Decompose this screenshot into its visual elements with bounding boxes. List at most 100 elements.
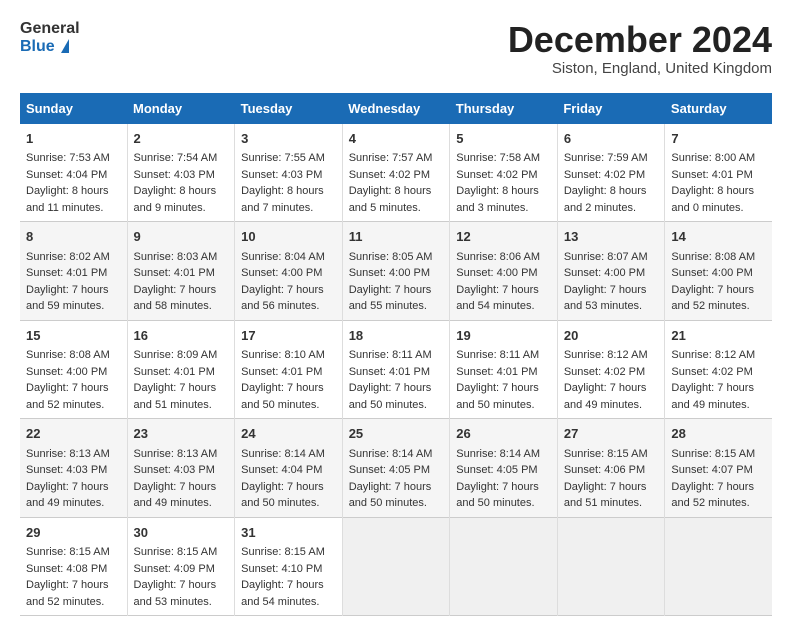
- day-info-line: Sunrise: 8:14 AM: [349, 446, 444, 463]
- day-number: 31: [241, 523, 336, 543]
- day-number: 19: [456, 326, 551, 346]
- day-info-line: Daylight: 7 hours: [26, 380, 121, 397]
- day-info-line: Sunrise: 7:54 AM: [134, 150, 229, 167]
- day-number: 8: [26, 227, 121, 247]
- calendar-cell: 17Sunrise: 8:10 AMSunset: 4:01 PMDayligh…: [235, 320, 343, 419]
- day-info-line: and 50 minutes.: [241, 397, 336, 414]
- day-info-line: Sunrise: 8:02 AM: [26, 249, 121, 266]
- day-number: 1: [26, 129, 121, 149]
- calendar-cell: 12Sunrise: 8:06 AMSunset: 4:00 PMDayligh…: [450, 222, 558, 321]
- day-info-line: Sunrise: 8:05 AM: [349, 249, 444, 266]
- day-number: 18: [349, 326, 444, 346]
- calendar-week-row: 22Sunrise: 8:13 AMSunset: 4:03 PMDayligh…: [20, 419, 772, 518]
- calendar-cell: [557, 517, 665, 616]
- day-info-line: Daylight: 8 hours: [349, 183, 444, 200]
- day-info-line: and 54 minutes.: [241, 594, 336, 611]
- calendar-cell: 27Sunrise: 8:15 AMSunset: 4:06 PMDayligh…: [557, 419, 665, 518]
- day-info-line: and 50 minutes.: [456, 495, 551, 512]
- day-info-line: Sunrise: 8:08 AM: [671, 249, 766, 266]
- day-info-line: Sunrise: 8:15 AM: [671, 446, 766, 463]
- day-info-line: Sunrise: 8:14 AM: [456, 446, 551, 463]
- day-info-line: Daylight: 7 hours: [349, 380, 444, 397]
- day-info-line: Sunset: 4:00 PM: [456, 265, 551, 282]
- day-info-line: Sunset: 4:03 PM: [134, 462, 229, 479]
- logo-text: General Blue: [20, 20, 80, 55]
- day-info-line: Sunset: 4:02 PM: [349, 167, 444, 184]
- calendar-week-row: 8Sunrise: 8:02 AMSunset: 4:01 PMDaylight…: [20, 222, 772, 321]
- day-info-line: Daylight: 8 hours: [671, 183, 766, 200]
- day-info-line: and 49 minutes.: [134, 495, 229, 512]
- title-block: December 2024 Siston, England, United Ki…: [508, 20, 772, 77]
- day-number: 24: [241, 424, 336, 444]
- calendar-cell: 31Sunrise: 8:15 AMSunset: 4:10 PMDayligh…: [235, 517, 343, 616]
- day-info-line: Daylight: 7 hours: [26, 282, 121, 299]
- day-info-line: and 51 minutes.: [564, 495, 659, 512]
- day-info-line: Daylight: 7 hours: [564, 380, 659, 397]
- page-header: General Blue December 2024 Siston, Engla…: [20, 20, 772, 77]
- day-info-line: Sunrise: 8:15 AM: [241, 544, 336, 561]
- day-info-line: and 11 minutes.: [26, 200, 121, 217]
- day-info-line: Daylight: 7 hours: [241, 380, 336, 397]
- day-info-line: Sunrise: 8:11 AM: [349, 347, 444, 364]
- col-header-saturday: Saturday: [665, 93, 772, 124]
- day-info-line: and 53 minutes.: [134, 594, 229, 611]
- day-info-line: Sunrise: 8:00 AM: [671, 150, 766, 167]
- day-number: 25: [349, 424, 444, 444]
- day-info-line: Daylight: 7 hours: [241, 577, 336, 594]
- day-number: 6: [564, 129, 659, 149]
- day-info-line: Sunset: 4:01 PM: [241, 364, 336, 381]
- col-header-friday: Friday: [557, 93, 665, 124]
- calendar-cell: [342, 517, 450, 616]
- day-info-line: Sunset: 4:03 PM: [26, 462, 121, 479]
- day-info-line: Sunset: 4:00 PM: [564, 265, 659, 282]
- day-info-line: Sunset: 4:00 PM: [26, 364, 121, 381]
- calendar-cell: 9Sunrise: 8:03 AMSunset: 4:01 PMDaylight…: [127, 222, 235, 321]
- calendar-cell: 5Sunrise: 7:58 AMSunset: 4:02 PMDaylight…: [450, 124, 558, 222]
- day-info-line: Sunset: 4:02 PM: [671, 364, 766, 381]
- day-info-line: Daylight: 7 hours: [564, 479, 659, 496]
- day-info-line: Daylight: 7 hours: [134, 577, 229, 594]
- day-number: 15: [26, 326, 121, 346]
- day-number: 17: [241, 326, 336, 346]
- day-info-line: Sunset: 4:05 PM: [456, 462, 551, 479]
- day-info-line: and 50 minutes.: [349, 495, 444, 512]
- day-info-line: Sunrise: 8:09 AM: [134, 347, 229, 364]
- day-info-line: Daylight: 7 hours: [134, 282, 229, 299]
- day-info-line: Daylight: 7 hours: [456, 282, 551, 299]
- day-info-line: Sunset: 4:02 PM: [564, 364, 659, 381]
- calendar-table: SundayMondayTuesdayWednesdayThursdayFrid…: [20, 93, 772, 617]
- calendar-week-row: 15Sunrise: 8:08 AMSunset: 4:00 PMDayligh…: [20, 320, 772, 419]
- day-info-line: and 49 minutes.: [26, 495, 121, 512]
- calendar-cell: 19Sunrise: 8:11 AMSunset: 4:01 PMDayligh…: [450, 320, 558, 419]
- day-info-line: and 51 minutes.: [134, 397, 229, 414]
- day-info-line: Daylight: 7 hours: [26, 577, 121, 594]
- day-info-line: Sunset: 4:08 PM: [26, 561, 121, 578]
- day-info-line: and 50 minutes.: [456, 397, 551, 414]
- day-number: 13: [564, 227, 659, 247]
- day-info-line: Sunset: 4:01 PM: [456, 364, 551, 381]
- day-number: 27: [564, 424, 659, 444]
- calendar-cell: 1Sunrise: 7:53 AMSunset: 4:04 PMDaylight…: [20, 124, 127, 222]
- day-info-line: Sunset: 4:01 PM: [134, 364, 229, 381]
- day-info-line: and 55 minutes.: [349, 298, 444, 315]
- day-info-line: Sunset: 4:01 PM: [134, 265, 229, 282]
- day-number: 28: [671, 424, 766, 444]
- day-info-line: Sunrise: 8:11 AM: [456, 347, 551, 364]
- day-number: 9: [134, 227, 229, 247]
- day-info-line: and 49 minutes.: [671, 397, 766, 414]
- calendar-cell: 22Sunrise: 8:13 AMSunset: 4:03 PMDayligh…: [20, 419, 127, 518]
- col-header-tuesday: Tuesday: [235, 93, 343, 124]
- day-number: 2: [134, 129, 229, 149]
- day-info-line: Sunset: 4:01 PM: [26, 265, 121, 282]
- day-info-line: Sunset: 4:09 PM: [134, 561, 229, 578]
- col-header-thursday: Thursday: [450, 93, 558, 124]
- calendar-cell: 18Sunrise: 8:11 AMSunset: 4:01 PMDayligh…: [342, 320, 450, 419]
- day-info-line: and 50 minutes.: [241, 495, 336, 512]
- day-info-line: Sunset: 4:05 PM: [349, 462, 444, 479]
- day-info-line: Sunrise: 8:08 AM: [26, 347, 121, 364]
- calendar-cell: 28Sunrise: 8:15 AMSunset: 4:07 PMDayligh…: [665, 419, 772, 518]
- calendar-cell: 29Sunrise: 8:15 AMSunset: 4:08 PMDayligh…: [20, 517, 127, 616]
- day-number: 22: [26, 424, 121, 444]
- day-info-line: Sunrise: 8:13 AM: [134, 446, 229, 463]
- day-info-line: and 50 minutes.: [349, 397, 444, 414]
